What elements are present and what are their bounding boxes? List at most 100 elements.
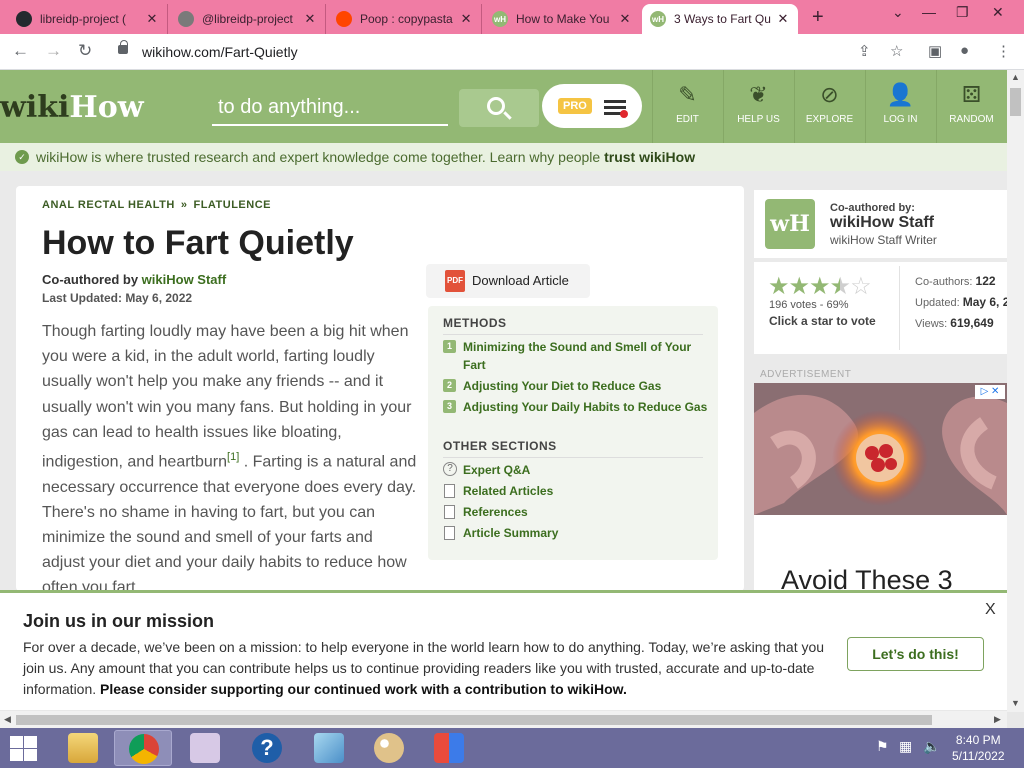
- taskbar-help[interactable]: ?: [238, 730, 296, 766]
- menu-dots-icon[interactable]: ⋮: [996, 42, 1011, 60]
- taskbar-file-explorer[interactable]: [54, 730, 112, 766]
- action-center-flag-icon[interactable]: ⚑: [876, 738, 889, 755]
- stat-updated: Updated: May 6, 2: [915, 295, 1010, 309]
- vertical-scrollbar[interactable]: ▲ ▼: [1007, 70, 1024, 712]
- divider: [443, 457, 703, 458]
- scroll-left-icon[interactable]: ◀: [4, 714, 11, 725]
- trust-bar: ✓ wikiHow is where trusted research and …: [0, 143, 1007, 171]
- breadcrumb: ANAL RECTAL HEALTH» FLATULENCE: [42, 199, 271, 211]
- side-panel-icon[interactable]: ▣: [928, 42, 942, 60]
- star-icon[interactable]: ★: [768, 273, 789, 300]
- taskbar-app-7[interactable]: [420, 730, 478, 766]
- search-input[interactable]: to do anything...: [212, 92, 448, 126]
- toc-method-1[interactable]: 1 Minimizing the Sound and Smell of Your …: [443, 338, 708, 374]
- reload-icon[interactable]: ↻: [78, 41, 92, 61]
- taskbar-paint[interactable]: [360, 730, 418, 766]
- close-tab-icon[interactable]: ✕: [459, 11, 473, 27]
- share-icon[interactable]: ⇪: [858, 42, 871, 60]
- stat-coauthors: Co-authors: 122: [915, 274, 996, 288]
- ad-choices-close-icon[interactable]: ▷ ✕: [975, 385, 1005, 399]
- user-icon: 👤: [886, 82, 915, 107]
- tab-wikihow-fart[interactable]: wH 3 Ways to Fart Qu ✕: [642, 4, 798, 34]
- toc-references[interactable]: References: [443, 503, 708, 521]
- pro-menu-button[interactable]: PRO: [542, 84, 642, 128]
- vertical-scroll-thumb[interactable]: [1010, 88, 1021, 116]
- star-icon[interactable]: ★: [789, 273, 810, 300]
- half-star-icon[interactable]: ★: [830, 273, 851, 300]
- toc-related-articles[interactable]: Related Articles: [443, 482, 708, 500]
- scroll-right-icon[interactable]: ▶: [994, 714, 1001, 725]
- close-tab-icon[interactable]: ✕: [303, 11, 317, 27]
- toc-expert-qa[interactable]: ? Expert Q&A: [443, 461, 708, 479]
- pro-badge: PRO: [558, 98, 592, 114]
- advertisement-label: ADVERTISEMENT: [760, 369, 852, 380]
- system-clock[interactable]: 8:40 PM 5/11/2022: [952, 732, 1005, 764]
- coauthor-line: Co-authored by wikiHow Staff: [42, 272, 227, 287]
- taskbar-app-3[interactable]: [176, 730, 234, 766]
- toc-method-3[interactable]: 3 Adjusting Your Daily Habits to Reduce G…: [443, 398, 708, 416]
- close-tab-icon[interactable]: ✕: [776, 11, 790, 27]
- horizontal-scrollbar[interactable]: ◀ ▶: [0, 711, 1007, 728]
- taskbar-notepad[interactable]: [300, 730, 358, 766]
- tab-title: Poop : copypasta: [360, 12, 453, 26]
- tab-libreidp[interactable]: @libreidp-project ✕: [170, 4, 326, 34]
- sprout-icon: ❦: [749, 82, 768, 107]
- coauthor-link[interactable]: wikiHow Staff: [142, 272, 227, 287]
- advertisement-image[interactable]: ▷ ✕: [754, 383, 1007, 515]
- scroll-up-icon[interactable]: ▲: [1011, 72, 1020, 82]
- lets-do-this-button[interactable]: Let’s do this!: [847, 637, 984, 671]
- star-rating[interactable]: ★★★★☆: [768, 272, 872, 301]
- toc-method-2[interactable]: 2 Adjusting Your Diet to Reduce Gas: [443, 377, 708, 395]
- breadcrumb-anal-rectal-health[interactable]: ANAL RECTAL HEALTH: [42, 199, 175, 211]
- page-title: How to Fart Quietly: [42, 224, 354, 262]
- hamburger-icon: [604, 100, 626, 103]
- forward-icon[interactable]: →: [45, 41, 62, 61]
- notepad-icon: [314, 733, 344, 763]
- bookmark-star-icon[interactable]: ☆: [890, 42, 903, 60]
- network-icon[interactable]: ▦: [899, 738, 912, 755]
- author-name-link[interactable]: wikiHow Staff: [830, 214, 934, 232]
- tab-wikihow-make[interactable]: wH How to Make You ✕: [484, 4, 640, 34]
- toc-article-summary[interactable]: Article Summary: [443, 524, 708, 542]
- breadcrumb-flatulence[interactable]: FLATULENCE: [193, 199, 271, 211]
- close-tab-icon[interactable]: ✕: [145, 11, 159, 27]
- trust-link[interactable]: trust wikiHow: [604, 149, 695, 165]
- tab-search-icon[interactable]: ⌄: [892, 4, 904, 21]
- tab-github[interactable]: libreidp-project ( ✕: [8, 4, 168, 34]
- scroll-down-icon[interactable]: ▼: [1011, 698, 1020, 708]
- reference-link[interactable]: [1]: [227, 451, 239, 463]
- banner-text: For over a decade, we’ve been on a missi…: [23, 639, 825, 697]
- wikihow-staff-avatar[interactable]: wH: [765, 199, 815, 249]
- pencil-icon: ✎: [678, 82, 697, 107]
- star-outline-icon[interactable]: ☆: [850, 273, 871, 300]
- download-article-label[interactable]: Download Article: [472, 273, 569, 288]
- banner-close-button[interactable]: X: [985, 601, 996, 619]
- address-bar[interactable]: wikihow.com/Fart-Quietly: [108, 39, 916, 65]
- vote-count: 196 votes - 69%: [769, 299, 849, 311]
- profile-icon[interactable]: ●: [960, 42, 969, 59]
- tab-reddit[interactable]: Poop : copypasta ✕: [328, 4, 482, 34]
- new-tab-icon[interactable]: +: [812, 6, 824, 29]
- taskbar-chrome[interactable]: [114, 730, 172, 766]
- mission-banner: Join us in our mission For over a decade…: [0, 590, 1007, 710]
- horizontal-scroll-thumb[interactable]: [16, 715, 932, 725]
- star-icon[interactable]: ★: [809, 273, 830, 300]
- minimize-icon[interactable]: —: [922, 4, 936, 20]
- back-icon[interactable]: ←: [12, 41, 29, 61]
- volume-muted-icon[interactable]: 🔈: [923, 738, 940, 755]
- wikihow-logo[interactable]: wikiHow: [0, 90, 144, 125]
- tab-title: libreidp-project (: [40, 12, 127, 26]
- start-button[interactable]: [8, 734, 38, 762]
- wikihow-icon: wH: [492, 11, 508, 27]
- notification-dot: [620, 110, 628, 118]
- search-button[interactable]: [459, 89, 539, 127]
- nav-random[interactable]: ⚄ RANDOM: [936, 70, 1006, 143]
- url-text: wikihow.com/Fart-Quietly: [142, 44, 298, 60]
- nav-log-in[interactable]: 👤 LOG IN: [865, 70, 935, 143]
- nav-edit[interactable]: ✎ EDIT: [652, 70, 722, 143]
- nav-explore[interactable]: ⊘ EXPLORE: [794, 70, 864, 143]
- close-window-icon[interactable]: ✕: [992, 4, 1004, 21]
- close-tab-icon[interactable]: ✕: [618, 11, 632, 27]
- nav-help-us[interactable]: ❦ HELP US: [723, 70, 793, 143]
- restore-icon[interactable]: ❐: [956, 4, 969, 21]
